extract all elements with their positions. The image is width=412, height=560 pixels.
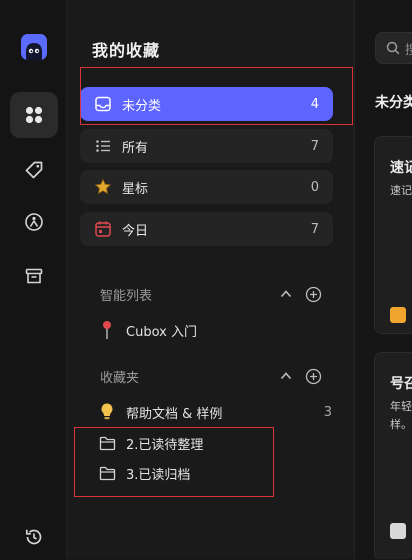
card-subtitle: 年轻人 样。 xyxy=(390,400,412,431)
folders-header: 收藏夹 xyxy=(100,365,322,387)
lightbulb-icon xyxy=(98,402,116,422)
content-title: 未分类 xyxy=(375,95,412,111)
search-box[interactable]: 搜 xyxy=(375,32,412,64)
star-icon xyxy=(92,176,114,198)
highlights-nav-button[interactable] xyxy=(10,199,58,245)
list-icon xyxy=(92,135,114,157)
history-nav-button[interactable] xyxy=(10,514,58,560)
filter-label: 所有 xyxy=(122,140,149,156)
smart-lists-header: 智能列表 xyxy=(100,283,322,305)
search-placeholder: 搜 xyxy=(405,39,412,58)
filter-label: 今日 xyxy=(122,223,149,239)
filter-label: 星标 xyxy=(122,181,149,197)
pin-icon xyxy=(98,320,116,340)
highlight-box xyxy=(74,427,274,497)
search-icon xyxy=(386,41,400,55)
card-title: 速记 xyxy=(390,160,412,176)
section-label: 收藏夹 xyxy=(100,370,140,386)
calendar-icon xyxy=(92,218,114,240)
app-logo[interactable] xyxy=(21,34,47,60)
filter-today[interactable]: 今日 7 xyxy=(80,212,333,246)
folder-item[interactable]: 帮助文档 & 样例 3 xyxy=(98,400,332,424)
filter-count: 7 xyxy=(310,221,319,237)
section-label: 智能列表 xyxy=(100,288,153,304)
dashboard-nav-button[interactable] xyxy=(10,92,58,138)
tag-icon xyxy=(25,161,43,179)
highlight-icon xyxy=(25,213,43,231)
filter-starred[interactable]: 星标 0 xyxy=(80,170,333,204)
card-title: 号召 xyxy=(390,376,412,392)
panel-title: 我的收藏 xyxy=(92,41,161,60)
chevron-up-icon[interactable] xyxy=(277,367,295,385)
icon-rail xyxy=(0,0,67,559)
add-circle-icon[interactable] xyxy=(304,285,322,303)
history-icon xyxy=(25,529,42,545)
filter-all[interactable]: 所有 7 xyxy=(80,129,333,163)
smart-list-item[interactable]: Cubox 入门 xyxy=(98,318,332,342)
tags-nav-button[interactable] xyxy=(10,147,58,193)
tree-item-label: Cubox 入门 xyxy=(126,324,197,340)
highlight-box xyxy=(80,67,353,125)
card[interactable]: 号召 年轻人 样。 xyxy=(374,352,412,559)
content-area: 搜 未分类 速记 速记 号召 年轻人 样。 xyxy=(354,0,412,559)
filter-count: 0 xyxy=(310,179,319,195)
source-icon xyxy=(390,307,406,323)
filter-count: 7 xyxy=(310,138,319,154)
card[interactable]: 速记 速记 xyxy=(374,136,412,334)
document-icon xyxy=(390,523,406,539)
card-subtitle: 速记 xyxy=(390,184,412,197)
tree-item-count: 3 xyxy=(323,404,332,420)
tree-item-label: 帮助文档 & 样例 xyxy=(126,406,223,422)
chevron-up-icon[interactable] xyxy=(277,285,295,303)
archive-nav-button[interactable] xyxy=(10,253,58,299)
archive-icon xyxy=(25,268,43,284)
add-circle-icon[interactable] xyxy=(304,367,322,385)
apps-icon xyxy=(25,106,43,124)
